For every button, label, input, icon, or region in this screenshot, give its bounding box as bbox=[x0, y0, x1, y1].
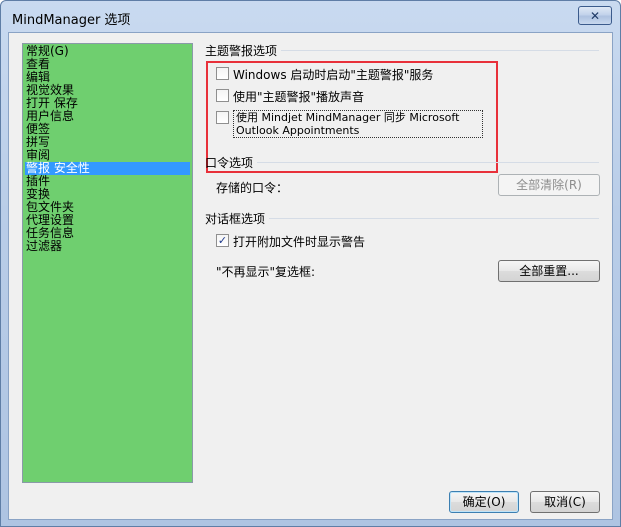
reset-all-button[interactable]: 全部重置... bbox=[498, 260, 600, 282]
ok-button[interactable]: 确定(O) bbox=[449, 491, 519, 513]
dont-show-label: "不再显示"复选框: bbox=[216, 265, 316, 279]
outlook-sync-label: 使用 Mindjet MindManager 同步 Microsoft Outl… bbox=[233, 110, 483, 138]
password-section-title: 口令选项 bbox=[205, 156, 254, 170]
clear-all-button[interactable]: 全部清除(R) bbox=[498, 174, 600, 196]
window-title: MindManager 选项 bbox=[12, 13, 131, 28]
attach-warning-label: 打开附加文件时显示警告 bbox=[233, 235, 366, 249]
close-icon: ✕ bbox=[589, 8, 601, 23]
dialog-client-area: 常规(G) 查看 编辑 视觉效果 打开 保存 用户信息 便签 拼写 审阅 警报 安全性 插件 变换 包文… bbox=[8, 32, 613, 520]
cancel-button[interactable]: 取消(C) bbox=[530, 491, 600, 513]
opt-windows-start-row[interactable]: Windows 启动时启动"主题警报"服务 bbox=[216, 66, 433, 83]
nav-item[interactable]: 过滤器 bbox=[25, 240, 190, 253]
alert-sound-checkbox[interactable] bbox=[216, 89, 229, 102]
attach-warning-checkbox[interactable]: ✓ bbox=[216, 234, 229, 247]
outlook-sync-checkbox[interactable] bbox=[216, 111, 229, 124]
close-button[interactable]: ✕ bbox=[578, 6, 612, 25]
alert-sound-label: 使用"主题警报"播放声音 bbox=[233, 90, 365, 104]
category-list[interactable]: 常规(G) 查看 编辑 视觉效果 打开 保存 用户信息 便签 拼写 审阅 警报 安全性 插件 变换 包文… bbox=[22, 43, 193, 483]
password-section-divider bbox=[257, 162, 599, 163]
alerts-section-title: 主题警报选项 bbox=[205, 44, 278, 58]
stored-password-label: 存储的口令： bbox=[216, 181, 289, 195]
windows-start-checkbox[interactable] bbox=[216, 67, 229, 80]
dialog-section-title: 对话框选项 bbox=[205, 212, 266, 226]
alerts-section-divider bbox=[281, 50, 599, 51]
opt-sound-row[interactable]: 使用"主题警报"播放声音 bbox=[216, 88, 364, 105]
options-dialog-window: MindManager 选项 ✕ 常规(G) 查看 编辑 视觉效果 打开 保存 用户信息便… bbox=[0, 0, 621, 527]
windows-start-label: Windows 启动时启动"主题警报"服务 bbox=[233, 68, 434, 82]
opt-outlook-sync-row[interactable]: 使用 Mindjet MindManager 同步 Microsoft Outl… bbox=[216, 110, 486, 138]
title-bar[interactable]: MindManager 选项 ✕ bbox=[1, 1, 620, 31]
opt-attach-warning-row[interactable]: ✓ 打开附加文件时显示警告 bbox=[216, 233, 365, 250]
dialog-section-divider bbox=[269, 218, 599, 219]
